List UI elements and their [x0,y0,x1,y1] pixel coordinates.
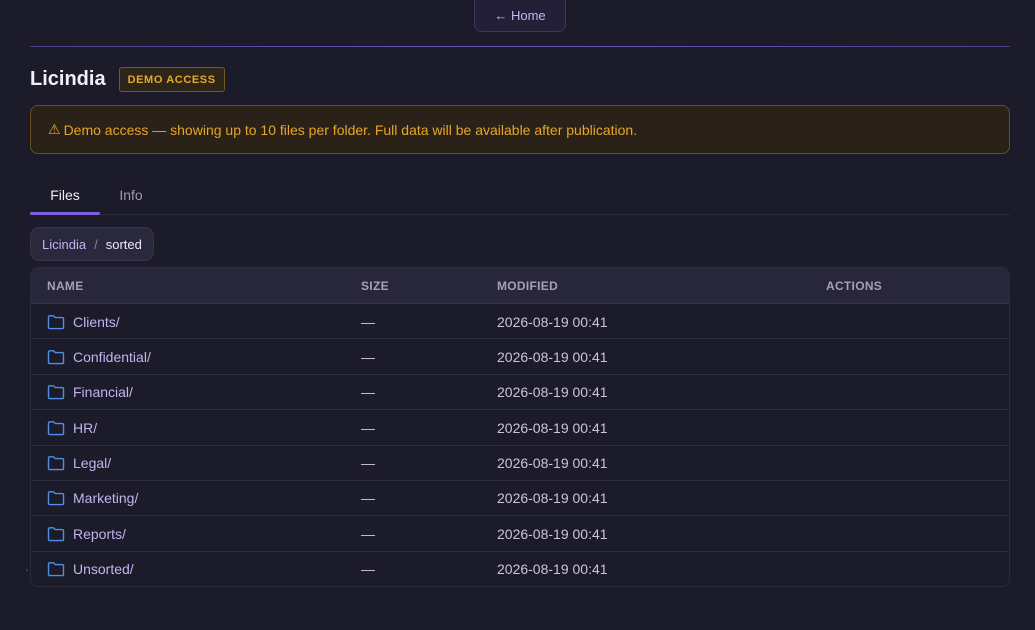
file-browser-page: ← Home Licindia DEMO ACCESS ⚠ Demo acces… [0,0,1035,630]
folder-name-cell[interactable]: Legal/ [47,446,111,481]
breadcrumb-root-link[interactable]: Licindia [42,237,86,252]
warning-icon: ⚠ [48,121,61,137]
modified-cell: 2026-08-19 00:41 [497,313,608,330]
folder-name-cell[interactable]: Unsorted/ [47,552,134,586]
folder-name-link[interactable]: Marketing/ [73,490,138,506]
table-row[interactable]: Unsorted/ — 2026-08-19 00:41 [31,552,1009,586]
folder-name-link[interactable]: Clients/ [73,314,120,330]
column-size-header[interactable]: SIZE [361,268,389,304]
table-row[interactable]: Marketing/ — 2026-08-19 00:41 [31,481,1009,517]
folder-name-cell[interactable]: Confidential/ [47,339,151,374]
header-divider [30,46,1010,47]
folder-name-link[interactable]: Legal/ [73,455,111,471]
folder-icon [47,526,65,542]
tab-files[interactable]: Files [30,175,100,215]
folder-name-link[interactable]: HR/ [73,420,97,436]
size-cell: — [361,384,375,401]
table-row[interactable]: Confidential/ — 2026-08-19 00:41 [31,339,1009,375]
table-row[interactable]: HR/ — 2026-08-19 00:41 [31,410,1009,446]
stray-dot [26,569,28,571]
size-cell: — [361,561,375,578]
folder-name-link[interactable]: Unsorted/ [73,561,134,577]
title-row: Licindia DEMO ACCESS [30,67,225,92]
demo-warning-banner: ⚠ Demo access — showing up to 10 files p… [30,105,1010,154]
folder-name-link[interactable]: Confidential/ [73,349,151,365]
folder-icon [47,314,65,329]
table-row[interactable]: Financial/ — 2026-08-19 00:41 [31,375,1009,411]
table-row[interactable]: Reports/ — 2026-08-19 00:41 [31,516,1009,552]
folder-name-cell[interactable]: Financial/ [47,375,133,410]
folder-name-link[interactable]: Reports/ [73,526,126,542]
demo-access-badge: DEMO ACCESS [118,67,225,92]
modified-cell: 2026-08-19 00:41 [497,561,608,578]
column-name-header[interactable]: NAME [47,268,84,304]
folder-icon [47,420,65,435]
size-cell: — [361,525,375,542]
folder-name-cell[interactable]: Reports/ [47,516,126,551]
table-body: Clients/ — 2026-08-19 00:41 Confidential… [31,304,1009,586]
folder-name-cell[interactable]: HR/ [47,410,97,445]
breadcrumb: Licindia / sorted [30,227,154,261]
home-button[interactable]: ← Home [474,0,566,32]
page-title: Licindia [30,68,106,90]
table-header: NAME SIZE MODIFIED ACTIONS [31,268,1009,304]
modified-cell: 2026-08-19 00:41 [497,490,608,507]
modified-cell: 2026-08-19 00:41 [497,384,608,401]
folder-icon [47,385,65,400]
column-modified-header[interactable]: MODIFIED [497,268,558,304]
size-cell: — [361,313,375,330]
modified-cell: 2026-08-19 00:41 [497,455,608,472]
folder-icon [47,349,65,365]
folder-icon [47,456,65,471]
size-cell: — [361,419,375,436]
breadcrumb-separator: / [94,236,98,252]
warning-text: Demo access — showing up to 10 files per… [63,121,638,138]
folder-name-cell[interactable]: Marketing/ [47,481,138,516]
tab-bar: Files Info [30,175,1010,215]
table-row[interactable]: Clients/ — 2026-08-19 00:41 [31,304,1009,340]
folder-name-cell[interactable]: Clients/ [47,304,120,339]
folder-name-link[interactable]: Financial/ [73,384,133,400]
table-row[interactable]: Legal/ — 2026-08-19 00:41 [31,446,1009,481]
file-table: NAME SIZE MODIFIED ACTIONS Clients/ — 20… [30,267,1010,587]
folder-icon [47,491,65,506]
column-actions-header: ACTIONS [826,279,883,293]
size-cell: — [361,490,375,507]
tab-info[interactable]: Info [100,175,162,214]
modified-cell: 2026-08-19 00:41 [497,525,608,542]
breadcrumb-current: sorted [105,236,142,252]
size-cell: — [361,455,375,472]
size-cell: — [361,348,375,365]
folder-icon [47,562,65,577]
modified-cell: 2026-08-19 00:41 [497,419,608,436]
modified-cell: 2026-08-19 00:41 [497,348,608,365]
